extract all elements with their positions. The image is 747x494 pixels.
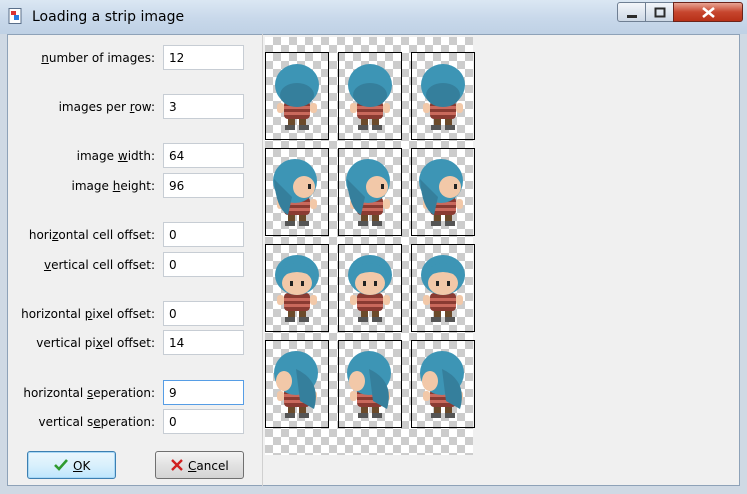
vertical-seperation-input[interactable]: 0 — [163, 409, 244, 434]
window-title: Loading a strip image — [32, 9, 185, 25]
images-per-row-input[interactable]: 3 — [163, 94, 244, 119]
panel-separator — [262, 34, 263, 486]
minimize-button[interactable] — [617, 2, 646, 22]
sprite-cell — [265, 148, 329, 236]
character-sprite — [275, 255, 319, 322]
ok-label: OK — [73, 459, 91, 473]
sprite-cell — [265, 244, 329, 332]
horizontal-pixel-offset-input[interactable]: 0 — [163, 301, 244, 326]
horizontal-seperation-input[interactable]: 9 — [163, 380, 244, 405]
label-horizontal-seperation: horizontal seperation: — [23, 386, 155, 400]
sprite-cell — [411, 340, 475, 428]
sprite-cell — [338, 148, 402, 236]
cancel-button[interactable]: Cancel — [155, 451, 244, 479]
character-sprite — [419, 159, 463, 226]
character-sprite — [348, 255, 392, 322]
sprite-cell — [338, 340, 402, 428]
character-sprite — [273, 159, 317, 226]
character-sprite — [274, 351, 318, 418]
maximize-button[interactable] — [645, 2, 674, 22]
minimize-icon — [627, 15, 637, 18]
x-icon — [171, 459, 183, 471]
horizontal-cell-offset-input[interactable]: 0 — [163, 222, 244, 247]
character-sprite — [421, 255, 465, 322]
vertical-pixel-offset-input[interactable]: 14 — [163, 330, 244, 355]
strip-preview — [265, 37, 475, 455]
label-horizontal-cell-offset: horizontal cell offset: — [28, 228, 155, 242]
sprite-cell — [338, 244, 402, 332]
sprite-cell — [265, 52, 329, 140]
label-image-height: image height: — [71, 179, 156, 193]
label-horizontal-pixel-offset: horizontal pixel offset: — [21, 307, 155, 321]
ok-button[interactable]: OK — [27, 451, 116, 479]
label-vertical-pixel-offset: vertical pixel offset: — [36, 336, 155, 350]
image-width-input[interactable]: 64 — [163, 143, 244, 168]
label-image-width: image width: — [76, 149, 155, 163]
character-sprite — [275, 64, 319, 130]
sprite-cell — [411, 244, 475, 332]
close-icon — [702, 6, 715, 19]
character-sprite — [347, 351, 391, 418]
character-sprite — [348, 64, 392, 130]
label-vertical-cell-offset: vertical cell offset: — [43, 258, 155, 272]
sprite-cell — [411, 148, 475, 236]
cancel-label: Cancel — [188, 459, 229, 473]
character-sprite — [421, 64, 465, 130]
sprite-cell — [338, 52, 402, 140]
character-sprite — [420, 351, 464, 418]
vertical-cell-offset-input[interactable]: 0 — [163, 252, 244, 277]
sprite-cell — [411, 52, 475, 140]
label-number-of-images: number of images: — [41, 51, 155, 65]
close-button[interactable] — [673, 2, 743, 22]
number-of-images-input[interactable]: 12 — [163, 45, 244, 70]
label-images-per-row: images per row: — [58, 100, 155, 114]
app-icon — [8, 8, 22, 24]
image-height-input[interactable]: 96 — [163, 173, 244, 198]
sprite-cell — [265, 340, 329, 428]
check-icon — [54, 459, 68, 471]
character-sprite — [346, 159, 390, 226]
maximize-icon — [654, 7, 666, 18]
label-vertical-seperation: vertical seperation: — [38, 415, 155, 429]
title-bar[interactable]: Loading a strip image — [0, 0, 747, 34]
